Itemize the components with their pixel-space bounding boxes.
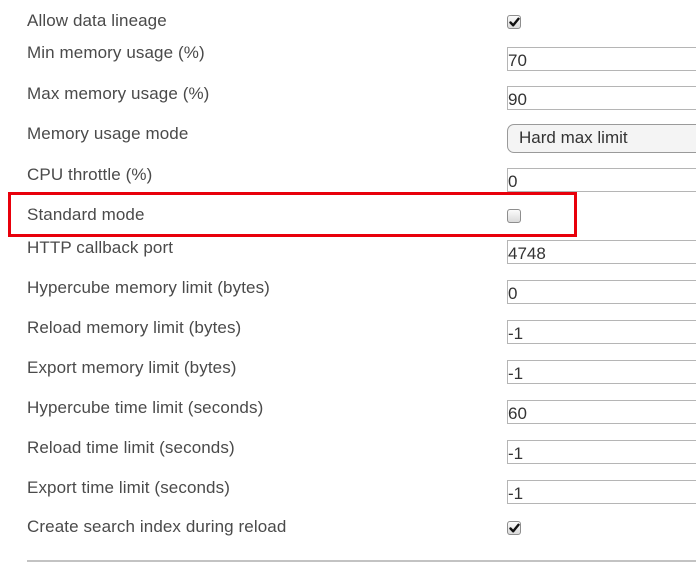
setting-row-min-memory-usage: Min memory usage (%) 70	[0, 40, 696, 80]
setting-label: Max memory usage (%)	[27, 84, 210, 103]
setting-label: CPU throttle (%)	[27, 165, 153, 184]
setting-row-memory-usage-mode: Memory usage mode Hard max limit	[0, 120, 696, 160]
setting-label: Reload time limit (seconds)	[27, 438, 235, 457]
setting-row-http-callback-port: HTTP callback port 4748	[0, 238, 696, 280]
setting-label: Export time limit (seconds)	[27, 478, 230, 497]
setting-label: HTTP callback port	[27, 238, 174, 257]
hypercube-time-limit-input[interactable]: 60	[507, 400, 696, 424]
create-search-index-checkbox[interactable]	[507, 521, 521, 535]
allow-data-lineage-checkbox[interactable]	[507, 15, 521, 29]
max-memory-usage-input[interactable]: 90	[507, 86, 696, 110]
setting-row-hypercube-time-limit: Hypercube time limit (seconds) 60	[0, 398, 696, 440]
setting-label: Min memory usage (%)	[27, 43, 205, 62]
setting-row-create-search-index: Create search index during reload	[0, 517, 696, 560]
reload-memory-limit-input[interactable]: -1	[507, 320, 696, 344]
setting-row-max-memory-usage: Max memory usage (%) 90	[0, 80, 696, 120]
cpu-throttle-input[interactable]: 0	[507, 168, 696, 192]
memory-usage-mode-select[interactable]: Hard max limit	[507, 124, 696, 153]
setting-label: Allow data lineage	[27, 11, 167, 30]
setting-row-hypercube-memory-limit: Hypercube memory limit (bytes) 0	[0, 278, 696, 320]
http-callback-port-input[interactable]: 4748	[507, 240, 696, 264]
export-time-limit-input[interactable]: -1	[507, 480, 696, 504]
setting-row-reload-time-limit: Reload time limit (seconds) -1	[0, 438, 696, 480]
export-memory-limit-input[interactable]: -1	[507, 360, 696, 384]
setting-label: Create search index during reload	[27, 517, 287, 536]
setting-row-reload-memory-limit: Reload memory limit (bytes) -1	[0, 318, 696, 360]
reload-time-limit-input[interactable]: -1	[507, 440, 696, 464]
setting-row-export-time-limit: Export time limit (seconds) -1	[0, 478, 696, 520]
setting-label: Hypercube memory limit (bytes)	[27, 278, 270, 297]
min-memory-usage-input[interactable]: 70	[507, 47, 696, 71]
standard-mode-highlight-box	[8, 192, 577, 237]
setting-label: Export memory limit (bytes)	[27, 358, 237, 377]
setting-row-export-memory-limit: Export memory limit (bytes) -1	[0, 358, 696, 400]
setting-label: Reload memory limit (bytes)	[27, 318, 242, 337]
setting-row-allow-data-lineage: Allow data lineage	[0, 0, 696, 40]
hypercube-memory-limit-input[interactable]: 0	[507, 280, 696, 304]
checkmark-icon	[509, 523, 520, 533]
setting-label: Memory usage mode	[27, 124, 189, 143]
checkmark-icon	[509, 17, 520, 27]
section-divider	[27, 560, 696, 562]
setting-label: Hypercube time limit (seconds)	[27, 398, 264, 417]
